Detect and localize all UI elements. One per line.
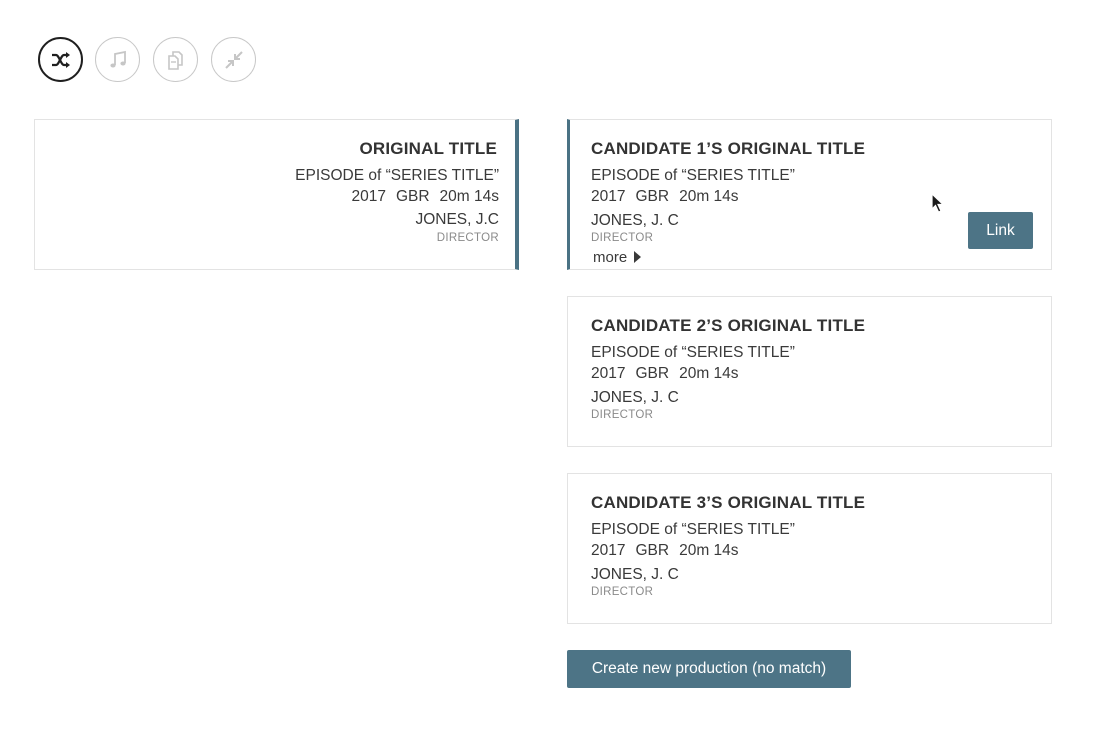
compress-button[interactable] xyxy=(211,37,256,82)
link-button[interactable]: Link xyxy=(968,212,1033,249)
candidate-person: JONES, J. C xyxy=(591,389,679,406)
more-toggle[interactable]: more xyxy=(593,249,642,266)
candidate-title: CANDIDATE 1’S ORIGINAL TITLE xyxy=(591,139,866,158)
candidate-meta: 2017 GBR 20m 14s xyxy=(591,365,739,383)
candidate-title: CANDIDATE 3’S ORIGINAL TITLE xyxy=(591,493,866,512)
candidate-episode: EPISODE of “SERIES TITLE” xyxy=(591,167,795,184)
original-country: GBR xyxy=(395,188,430,205)
candidate-year: 2017 xyxy=(591,188,626,205)
candidate-episode: EPISODE of “SERIES TITLE” xyxy=(591,344,795,361)
candidate-role: DIRECTOR xyxy=(591,232,654,244)
match-page: ORIGINAL TITLE EPISODE of “SERIES TITLE”… xyxy=(0,0,1102,734)
candidate-year: 2017 xyxy=(591,542,626,559)
copy-pages-icon xyxy=(167,50,183,70)
music-button[interactable] xyxy=(95,37,140,82)
candidate-person: JONES, J. C xyxy=(591,566,679,583)
original-title: ORIGINAL TITLE xyxy=(359,139,497,158)
candidate-country: GBR xyxy=(635,365,670,382)
candidate-role: DIRECTOR xyxy=(591,586,654,598)
original-production-card: ORIGINAL TITLE EPISODE of “SERIES TITLE”… xyxy=(34,119,519,270)
original-person: JONES, J.C xyxy=(415,211,499,228)
candidate-person: JONES, J. C xyxy=(591,212,679,229)
caret-right-icon xyxy=(634,251,642,263)
more-label: more xyxy=(593,249,628,266)
copy-button[interactable] xyxy=(153,37,198,82)
candidate-episode: EPISODE of “SERIES TITLE” xyxy=(591,521,795,538)
candidate-role: DIRECTOR xyxy=(591,409,654,421)
original-year: 2017 xyxy=(351,188,386,205)
original-duration: 20m 14s xyxy=(439,188,499,205)
candidate-year: 2017 xyxy=(591,365,626,382)
candidate-meta: 2017 GBR 20m 14s xyxy=(591,188,739,206)
candidate-duration: 20m 14s xyxy=(679,365,739,382)
candidate-card-3[interactable]: CANDIDATE 3’S ORIGINAL TITLE EPISODE of … xyxy=(567,473,1052,624)
original-episode: EPISODE of “SERIES TITLE” xyxy=(295,167,499,184)
shuffle-button[interactable] xyxy=(38,37,83,82)
candidate-duration: 20m 14s xyxy=(679,188,739,205)
music-note-icon xyxy=(109,50,126,67)
candidate-title: CANDIDATE 2’S ORIGINAL TITLE xyxy=(591,316,866,335)
candidate-country: GBR xyxy=(635,542,670,559)
candidate-duration: 20m 14s xyxy=(679,542,739,559)
candidate-card-1[interactable]: CANDIDATE 1’S ORIGINAL TITLE EPISODE of … xyxy=(567,119,1052,270)
shuffle-icon xyxy=(51,51,70,68)
original-role: DIRECTOR xyxy=(436,232,499,244)
candidate-meta: 2017 GBR 20m 14s xyxy=(591,542,739,560)
compress-icon xyxy=(224,50,243,69)
candidate-card-2[interactable]: CANDIDATE 2’S ORIGINAL TITLE EPISODE of … xyxy=(567,296,1052,447)
create-production-button[interactable]: Create new production (no match) xyxy=(567,650,851,688)
original-meta: 2017 GBR 20m 14s xyxy=(351,188,499,206)
mouse-cursor-icon xyxy=(931,193,945,213)
candidate-country: GBR xyxy=(635,188,670,205)
